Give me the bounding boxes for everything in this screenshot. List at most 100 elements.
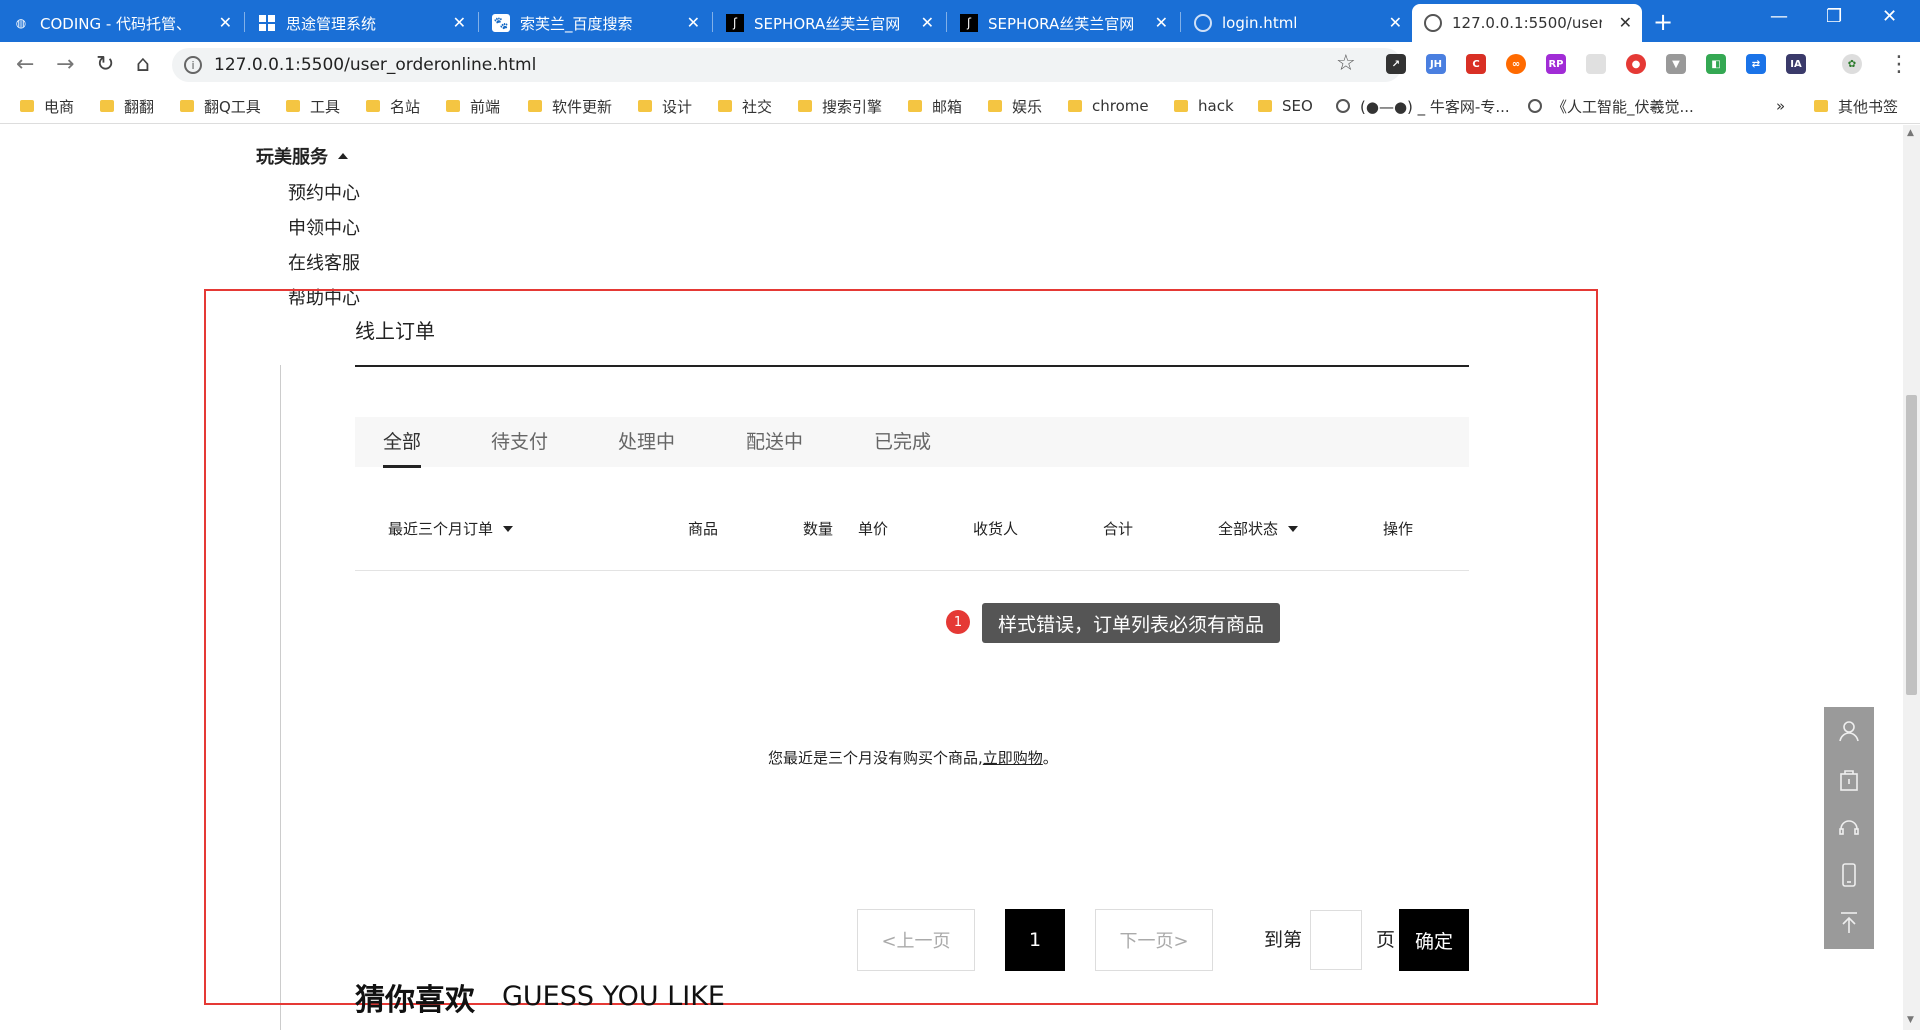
column-header-product: 商品 bbox=[688, 520, 719, 538]
bookmark-folder[interactable]: 翻Q工具 bbox=[180, 96, 261, 116]
tab-pending-payment[interactable]: 待支付 bbox=[491, 427, 548, 454]
sephora-icon: ʃ bbox=[960, 14, 978, 32]
close-icon[interactable]: ✕ bbox=[1155, 13, 1168, 32]
confirm-button[interactable]: 确定 bbox=[1399, 909, 1469, 971]
prev-page-button[interactable]: <上一页 bbox=[857, 909, 975, 971]
tab-all[interactable]: 全部 bbox=[383, 427, 421, 454]
bookmark-star-icon[interactable]: ☆ bbox=[1336, 51, 1356, 76]
bookmark-link[interactable]: 《人工智能_伏羲觉... bbox=[1528, 96, 1694, 116]
scrollbar-thumb[interactable] bbox=[1906, 395, 1917, 695]
browser-tab[interactable]: ʃ SEPHORA丝芙兰官网 ✕ bbox=[948, 4, 1178, 42]
bookmark-folder[interactable]: 邮箱 bbox=[908, 96, 962, 116]
sidebar-item-appointment[interactable]: 预约中心 bbox=[288, 179, 360, 205]
bookmark-label: 前端 bbox=[470, 97, 501, 116]
goto-page-input[interactable] bbox=[1310, 910, 1362, 970]
sephora-icon: ʃ bbox=[726, 14, 744, 32]
close-icon[interactable]: ✕ bbox=[219, 13, 232, 32]
scroll-up-icon[interactable]: ▲ bbox=[1907, 128, 1914, 138]
back-icon[interactable]: ← bbox=[16, 52, 34, 77]
page-scrollbar[interactable]: ▲ ▼ bbox=[1903, 125, 1920, 1030]
bookmark-link[interactable]: (●—●) _ 牛客网-专... bbox=[1336, 96, 1510, 116]
browser-tab-active[interactable]: 127.0.0.1:5500/user_c ✕ bbox=[1412, 4, 1642, 42]
new-tab-icon[interactable]: + bbox=[1653, 8, 1673, 36]
home-icon[interactable]: ⌂ bbox=[136, 52, 150, 77]
browser-tab[interactable]: 🐾 索芙兰_百度搜索 ✕ bbox=[480, 4, 710, 42]
extension-icon[interactable]: ⇄ bbox=[1746, 54, 1766, 74]
extension-icon[interactable]: ∞ bbox=[1506, 54, 1526, 74]
address-bar[interactable]: i 127.0.0.1:5500/user_orderonline.html bbox=[172, 48, 1402, 82]
phone-icon[interactable] bbox=[1824, 851, 1874, 899]
sidebar-item-service[interactable]: 在线客服 bbox=[288, 249, 360, 275]
bookmark-label: 《人工智能_伏羲觉... bbox=[1552, 97, 1694, 116]
close-icon[interactable]: ✕ bbox=[1619, 13, 1632, 32]
sidebar-group-title[interactable]: 玩美服务 bbox=[256, 143, 348, 169]
bookmark-folder[interactable]: 名站 bbox=[366, 96, 420, 116]
browser-tab[interactable]: ◍ CODING - 代码托管、 ✕ bbox=[0, 4, 242, 42]
bookmark-folder[interactable]: 前端 bbox=[446, 96, 500, 116]
menu-icon[interactable]: ⋮ bbox=[1888, 52, 1910, 77]
bookmark-label: 名站 bbox=[390, 97, 421, 116]
globe-icon bbox=[1528, 99, 1542, 113]
browser-tab[interactable]: 思途管理系统 ✕ bbox=[246, 4, 476, 42]
scroll-down-icon[interactable]: ▼ bbox=[1907, 1015, 1914, 1025]
current-page-button[interactable]: 1 bbox=[1005, 909, 1065, 971]
bookmark-folder[interactable]: hack bbox=[1174, 96, 1234, 116]
extension-icon[interactable]: ● bbox=[1626, 54, 1646, 74]
tab-processing[interactable]: 处理中 bbox=[618, 427, 675, 454]
bag-icon[interactable] bbox=[1824, 755, 1874, 803]
status-filter[interactable]: 全部状态 bbox=[1218, 518, 1299, 539]
extension-icon[interactable]: ▼ bbox=[1666, 54, 1686, 74]
extension-icon[interactable]: JH bbox=[1426, 54, 1446, 74]
bookmark-folder[interactable]: chrome bbox=[1068, 96, 1149, 116]
close-window-icon[interactable]: ✕ bbox=[1882, 6, 1897, 27]
browser-tab[interactable]: ʃ SEPHORA丝芙兰官网 ✕ bbox=[714, 4, 944, 42]
extension-icon[interactable]: IA bbox=[1786, 54, 1806, 74]
forward-icon[interactable]: → bbox=[56, 52, 74, 77]
headset-icon[interactable] bbox=[1824, 803, 1874, 851]
column-header-total: 合计 bbox=[1103, 520, 1134, 538]
restore-icon[interactable]: ❐ bbox=[1826, 6, 1842, 27]
sidebar-item-claim[interactable]: 申领中心 bbox=[288, 214, 360, 240]
extension-icon[interactable]: ◧ bbox=[1706, 54, 1726, 74]
tab-shipping[interactable]: 配送中 bbox=[746, 427, 803, 454]
overflow-label: » bbox=[1776, 97, 1786, 115]
extension-icon[interactable]: ↗ bbox=[1386, 54, 1406, 74]
extension-icon[interactable] bbox=[1586, 54, 1606, 74]
extension-icon[interactable]: RP bbox=[1546, 54, 1566, 74]
bookmark-label: 搜索引擎 bbox=[822, 97, 883, 116]
extension-icon[interactable]: C bbox=[1466, 54, 1486, 74]
bookmark-folder[interactable]: SEO bbox=[1258, 96, 1313, 116]
next-page-button[interactable]: 下一页> bbox=[1095, 909, 1213, 971]
other-bookmarks[interactable]: 其他书签 bbox=[1814, 96, 1898, 116]
active-tab-indicator bbox=[383, 465, 421, 468]
bookmark-folder[interactable]: 搜索引擎 bbox=[798, 96, 882, 116]
folder-icon bbox=[180, 100, 194, 112]
bookmark-folder[interactable]: 翻翻 bbox=[100, 96, 154, 116]
avatar[interactable]: ✿ bbox=[1842, 54, 1862, 74]
bookmark-label: 工具 bbox=[310, 97, 341, 116]
bookmark-folder[interactable]: 设计 bbox=[638, 96, 692, 116]
reload-icon[interactable]: ↻ bbox=[96, 52, 114, 77]
bookmark-folder[interactable]: 电商 bbox=[20, 96, 74, 116]
bookmark-label: 其他书签 bbox=[1838, 97, 1899, 116]
bookmark-folder[interactable]: 工具 bbox=[286, 96, 340, 116]
minimize-icon[interactable]: — bbox=[1770, 6, 1788, 27]
info-icon[interactable]: i bbox=[184, 56, 202, 74]
period-filter[interactable]: 最近三个月订单 bbox=[388, 518, 514, 539]
bookmark-label: hack bbox=[1198, 97, 1234, 115]
tab-completed[interactable]: 已完成 bbox=[874, 427, 931, 454]
close-icon[interactable]: ✕ bbox=[1389, 13, 1402, 32]
close-icon[interactable]: ✕ bbox=[453, 13, 466, 32]
close-icon[interactable]: ✕ bbox=[921, 13, 934, 32]
back-to-top-icon[interactable] bbox=[1824, 899, 1874, 947]
close-icon[interactable]: ✕ bbox=[687, 13, 700, 32]
user-icon[interactable] bbox=[1824, 707, 1874, 755]
shop-now-link[interactable]: 立即购物 bbox=[983, 749, 1043, 767]
error-badge[interactable]: 1 bbox=[946, 610, 970, 634]
bookmark-folder[interactable]: 社交 bbox=[718, 96, 772, 116]
bookmark-folder[interactable]: 软件更新 bbox=[528, 96, 612, 116]
folder-icon bbox=[638, 100, 652, 112]
bookmark-folder[interactable]: 娱乐 bbox=[988, 96, 1042, 116]
bookmarks-overflow-icon[interactable]: » bbox=[1776, 96, 1785, 116]
browser-tab[interactable]: login.html ✕ bbox=[1182, 4, 1412, 42]
